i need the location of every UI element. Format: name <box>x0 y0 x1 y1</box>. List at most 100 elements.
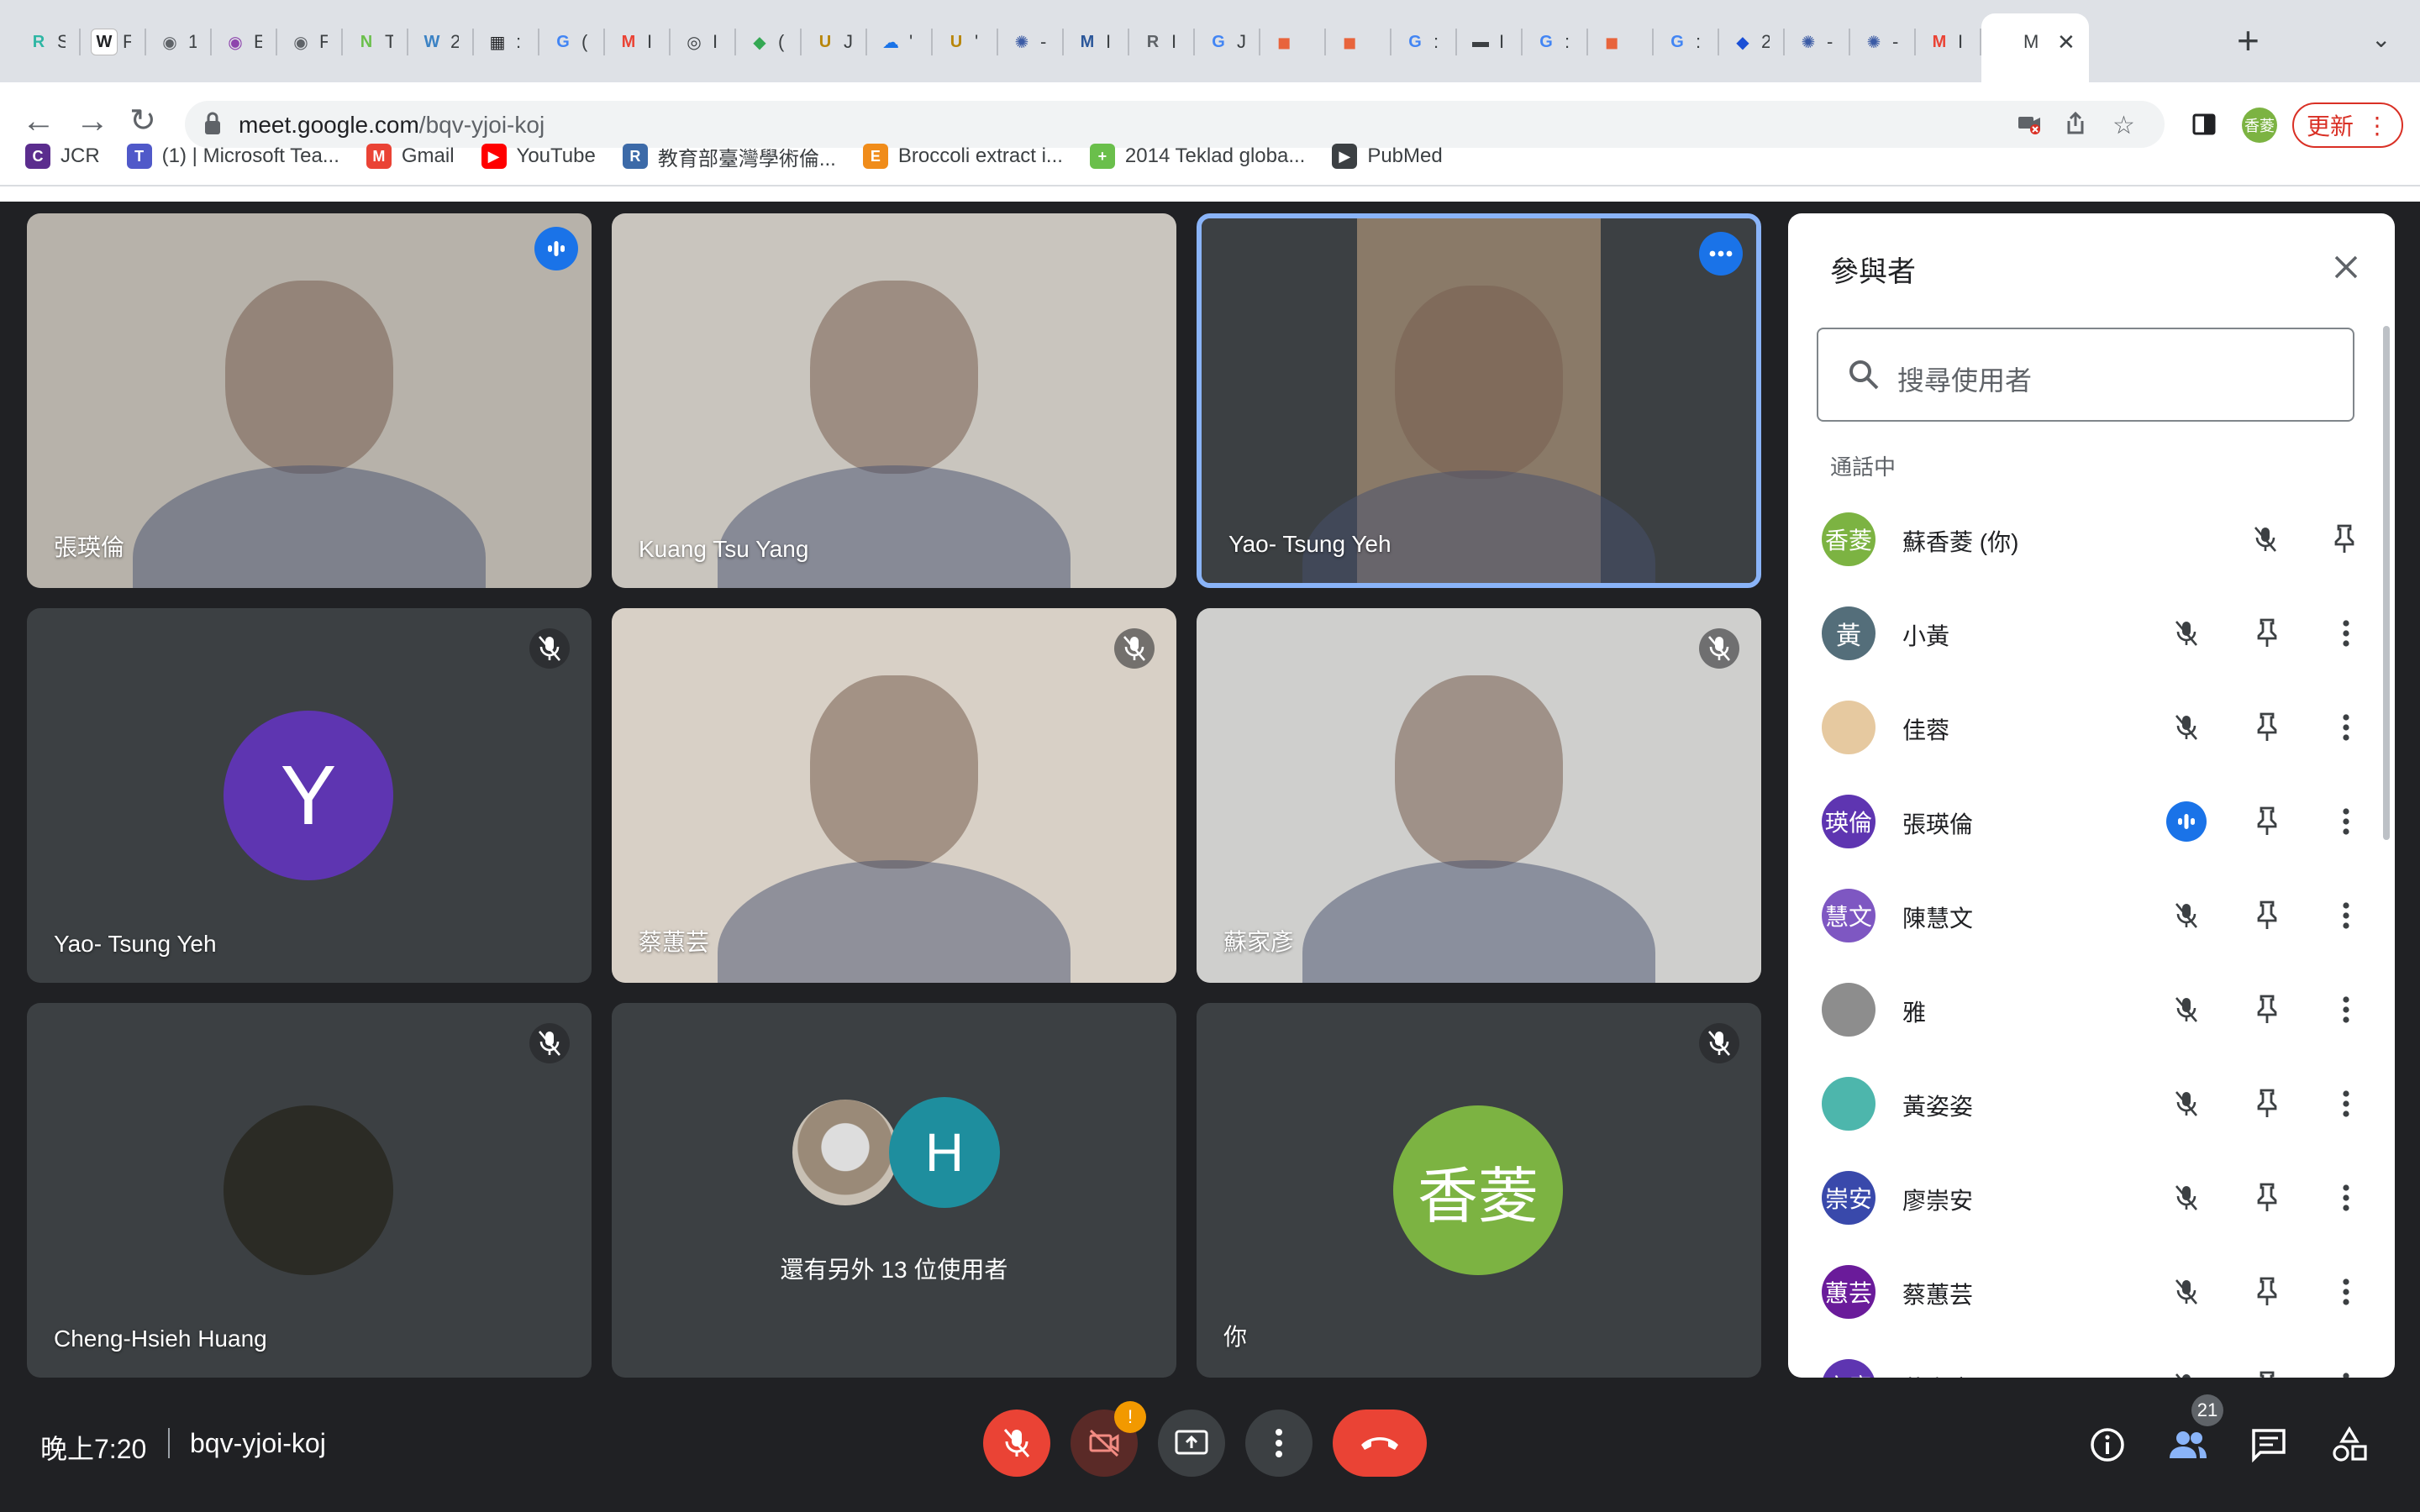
more-options-button[interactable] <box>1245 1410 1313 1477</box>
browser-tab[interactable]: RS <box>15 15 81 69</box>
participant-row[interactable]: 黃小黃 <box>1788 588 2395 682</box>
participant-tile[interactable]: H 還有另外 13 位使用者 <box>612 1003 1176 1378</box>
people-search-input[interactable]: 搜尋使用者 <box>1817 328 2354 422</box>
browser-tab[interactable]: NT <box>343 15 408 69</box>
pin-icon[interactable] <box>2247 1084 2287 1124</box>
participant-more-icon[interactable] <box>2326 707 2366 748</box>
bookmark-item[interactable]: M Gmail <box>366 144 455 169</box>
browser-tab[interactable]: WF <box>81 15 146 69</box>
browser-tab[interactable]: U ' <box>933 15 998 69</box>
browser-tab[interactable]: ☁ ' <box>867 15 933 69</box>
participant-tile[interactable]: Kuang Tsu Yang <box>612 213 1176 588</box>
bookmark-item[interactable]: E Broccoli extract i... <box>862 144 1063 169</box>
browser-tab[interactable]: ◉ 1 <box>146 15 212 69</box>
participant-row[interactable]: 蕙芸 蔡蕙芸 <box>1788 1247 2395 1341</box>
browser-tab[interactable]: ▬ I <box>1457 15 1523 69</box>
bookmark-item[interactable]: ▶ PubMed <box>1332 144 1443 169</box>
participant-tile[interactable]: 蘇家彥 <box>1197 608 1761 983</box>
close-tab-icon[interactable]: ✕ <box>2057 29 2075 55</box>
forward-button[interactable]: → <box>76 101 109 141</box>
participant-row[interactable]: 慧文 陳慧文 <box>1788 870 2395 964</box>
active-browser-tab[interactable]: M ✕ <box>1981 13 2089 82</box>
back-button[interactable]: ← <box>22 101 55 141</box>
mic-off-icon[interactable] <box>2166 707 2207 748</box>
browser-tab[interactable]: MI <box>1916 15 1981 69</box>
bookmark-item[interactable]: R 教育部臺灣學術倫... <box>622 142 836 171</box>
panel-scrollbar[interactable] <box>2383 326 2390 840</box>
participant-more-icon[interactable] <box>2326 613 2366 654</box>
chat-button[interactable] <box>2244 1420 2294 1470</box>
participant-tile[interactable]: Yao- Tsung Yeh <box>1197 213 1761 588</box>
browser-tab[interactable]: ◼ <box>1260 15 1326 69</box>
browser-tab[interactable]: ◆ 2 <box>1719 15 1785 69</box>
browser-tab[interactable]: G: <box>1523 15 1588 69</box>
browser-tab[interactable]: ✺ - <box>1785 15 1850 69</box>
browser-tab[interactable]: RI <box>1129 15 1195 69</box>
browser-tab[interactable]: UJ <box>802 15 867 69</box>
participant-tile[interactable]: 張瑛倫 <box>27 213 592 588</box>
browser-tab[interactable]: ◎ I <box>671 15 736 69</box>
participant-row[interactable]: 佳蓉 <box>1788 682 2395 776</box>
pin-icon[interactable] <box>2247 707 2287 748</box>
browser-tab[interactable]: ◼ <box>1588 15 1654 69</box>
participant-row[interactable]: 家彥蘇家彥 <box>1788 1341 2395 1378</box>
browser-tab[interactable]: G( <box>539 15 605 69</box>
pin-icon[interactable] <box>2324 519 2365 559</box>
participant-more-icon[interactable] <box>2326 801 2366 842</box>
participant-more-icon[interactable] <box>2326 1084 2366 1124</box>
participant-more-icon[interactable] <box>2326 1272 2366 1312</box>
bookmark-star-icon[interactable]: ☆ <box>2112 111 2135 140</box>
browser-tab[interactable]: MI <box>605 15 671 69</box>
participant-more-icon[interactable] <box>2326 1178 2366 1218</box>
mic-off-icon[interactable] <box>2166 613 2207 654</box>
pin-icon[interactable] <box>2247 801 2287 842</box>
speaking-indicator-icon[interactable] <box>2166 801 2207 842</box>
browser-tab[interactable]: ✺ - <box>1850 15 1916 69</box>
activities-button[interactable] <box>2324 1420 2375 1470</box>
browser-tab[interactable]: ◆( <box>736 15 802 69</box>
browser-tab[interactable]: ▦: <box>474 15 539 69</box>
participant-more-icon[interactable] <box>2326 895 2366 936</box>
pin-icon[interactable] <box>2247 895 2287 936</box>
browser-tab[interactable]: ◉ E <box>212 15 277 69</box>
people-button[interactable] <box>2163 1420 2213 1470</box>
participant-tile[interactable]: Cheng-Hsieh Huang <box>27 1003 592 1378</box>
browser-tab[interactable]: ◉ F <box>277 15 343 69</box>
tab-search-button[interactable]: ⌄ <box>2371 25 2391 53</box>
leave-call-button[interactable] <box>1333 1410 1427 1477</box>
participant-tile[interactable]: Y Yao- Tsung Yeh <box>27 608 592 983</box>
mic-off-icon[interactable] <box>2166 1084 2207 1124</box>
meeting-details-button[interactable] <box>2082 1420 2133 1470</box>
pin-icon[interactable] <box>2247 1178 2287 1218</box>
browser-tab[interactable]: ✺ - <box>998 15 1064 69</box>
mic-off-icon[interactable] <box>2166 1272 2207 1312</box>
participant-row[interactable]: 雅 <box>1788 964 2395 1058</box>
participant-row[interactable]: 香菱 蘇香菱 (你) <box>1788 494 2395 588</box>
pin-icon[interactable] <box>2247 1272 2287 1312</box>
mic-off-icon[interactable] <box>2245 519 2286 559</box>
close-panel-button[interactable] <box>2326 247 2366 287</box>
present-screen-button[interactable] <box>1158 1410 1225 1477</box>
participant-row[interactable]: 瑛倫 張瑛倫 <box>1788 776 2395 870</box>
mic-toggle-button[interactable] <box>983 1410 1050 1477</box>
browser-tab[interactable]: G: <box>1654 15 1719 69</box>
bookmark-item[interactable]: T (1) | Microsoft Tea... <box>126 144 339 169</box>
reload-button[interactable]: ↻ <box>129 101 156 141</box>
browser-tab[interactable]: ◼ <box>1326 15 1392 69</box>
bookmark-item[interactable]: ▶ YouTube <box>481 144 596 169</box>
participant-tile[interactable]: 蔡蕙芸 <box>612 608 1176 983</box>
participant-tile[interactable]: 香菱你 <box>1197 1003 1761 1378</box>
browser-tab[interactable]: GJ <box>1195 15 1260 69</box>
mic-off-icon[interactable] <box>2166 1178 2207 1218</box>
participant-row[interactable]: 黃姿姿 <box>1788 1058 2395 1152</box>
tile-more-options-icon[interactable] <box>1699 232 1743 276</box>
new-tab-button[interactable]: + <box>2237 20 2260 60</box>
mic-off-icon[interactable] <box>2166 990 2207 1030</box>
participant-row[interactable]: 崇安 廖崇安 <box>1788 1152 2395 1247</box>
mic-off-icon[interactable] <box>2166 895 2207 936</box>
mic-off-icon[interactable] <box>2166 1366 2207 1378</box>
pin-icon[interactable] <box>2247 1366 2287 1378</box>
browser-tab[interactable]: W2 <box>408 15 474 69</box>
browser-tab[interactable]: G: <box>1392 15 1457 69</box>
participant-more-icon[interactable] <box>2326 1366 2366 1378</box>
